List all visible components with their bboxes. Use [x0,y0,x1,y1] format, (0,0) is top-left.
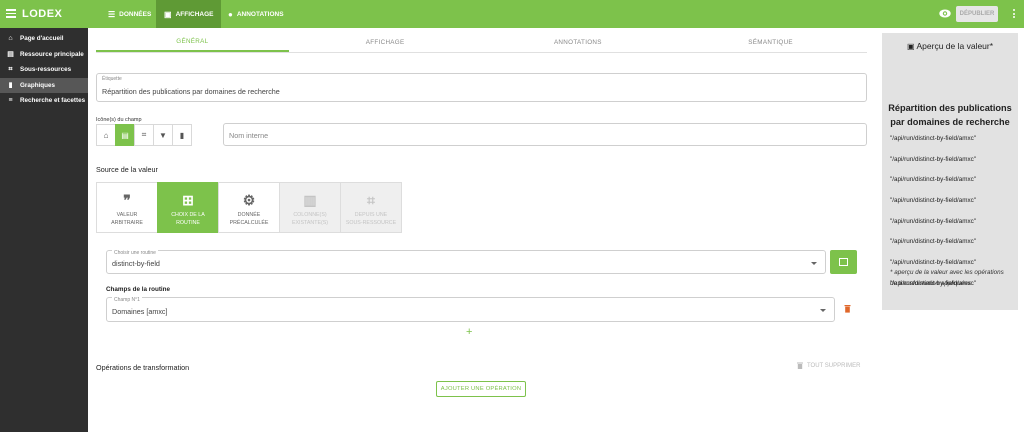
sidebar-item-ressource[interactable]: ▤ Ressource principale [0,47,88,63]
list-icon: ☰ [108,9,116,19]
sidebar-item-recherche[interactable]: ≡ Recherche et facettes [0,93,88,109]
subresource-icon: ⌗ [367,192,375,208]
sidebar-item-accueil[interactable]: ⌂ Page d'accueil [0,31,88,47]
menu-icon[interactable] [6,9,16,18]
source-sous-ressource: ⌗ DEPUIS UNE SOUS-RESSOURCE [340,182,402,233]
more-vert-icon[interactable] [1013,9,1016,20]
search-icon: ≡ [8,97,13,105]
gear-icon: ⚙ [242,192,256,208]
document-icon[interactable]: ▤ [115,124,135,146]
routine-field-1-select[interactable]: Champ N°1 Domaines [amxc] [106,297,835,322]
app-logo[interactable]: LODEX [22,8,62,20]
subresource-icon: ⌗ [8,65,13,73]
comment-icon: ● [228,9,233,19]
operations-title: Opérations de transformation [96,363,190,372]
source-options: ❞ VALEUR ARBITRAIRE ⊞ CHOIX DE LA ROUTINE … [96,182,402,233]
source-choix-routine[interactable]: ⊞ CHOIX DE LA ROUTINE [157,182,219,233]
source-label: COLONNE(S) EXISTANTE(S) [291,212,329,226]
etiquette-value: Répartition des publications par domaine… [102,87,280,96]
sidebar-item-graphiques[interactable]: ▮ Graphiques [0,77,88,93]
routine-select[interactable]: Choisir une routine distinct-by-field [106,250,826,274]
tab-bar: GÉNÉRAL AFFICHAGE ANNOTATIONS SÉMANTIQUE [96,33,867,53]
preview-heading: Répartition des publications par domaine… [888,103,1012,127]
delete-all-button[interactable]: TOUT SUPPRIMER [797,362,860,369]
nom-interne-input[interactable]: Nom interne [223,123,867,146]
source-label: CHOIX DE LA ROUTINE [171,212,205,226]
preview-line: "/api/run/distinct-by-field/amxc" [890,135,977,142]
preview-note: * aperçu de la valeur avec les opération… [890,269,1004,287]
sidebar-item-label: Sous-ressources [20,66,72,74]
preview-line: "/api/run/distinct-by-field/amxc" [890,238,977,246]
nav-annotations[interactable]: ● ANNOTATIONS [220,0,292,28]
trash-icon[interactable] [844,304,851,313]
chevron-down-icon [811,262,817,265]
tab-semantique[interactable]: SÉMANTIQUE [674,33,867,52]
preview-title: ▣ Aperçu de la valeur* [906,41,994,51]
eye-icon[interactable] [939,9,951,18]
home-icon[interactable]: ⌂ [96,124,116,146]
home-icon: ⌂ [8,35,13,43]
top-app-bar: LODEX ☰ DONNÉES ▣ AFFICHAGE ● ANNOTATIONS D… [0,0,1024,28]
columns-icon: ▥ [303,192,317,208]
sidebar-item-label: Ressource principale [20,50,84,58]
chart-icon: ▮ [8,82,13,90]
preview-line: "/api/run/distinct-by-field/amxc" [890,155,977,163]
table-icon [839,258,848,266]
tab-annotations[interactable]: ANNOTATIONS [482,33,675,52]
tab-general[interactable]: GÉNÉRAL [96,33,289,52]
unpublish-button[interactable]: DÉPUBLIER [956,6,998,22]
sidebar-item-label: Recherche et facettes [20,97,86,105]
source-valeur-arbitraire[interactable]: ❞ VALEUR ARBITRAIRE [96,182,158,233]
add-field-icon[interactable]: + [466,326,472,338]
quote-icon: ❞ [123,192,131,208]
source-title: Source de la valeur [96,165,158,174]
nom-interne-placeholder: Nom interne [229,131,269,140]
sidebar: ⌂ Page d'accueil ▤ Ressource principale ⌗ S… [0,28,88,432]
display-icon: ▣ [164,9,172,19]
field-1-label: Champ N°1 [112,297,142,303]
etiquette-label: Étiquette [102,76,122,82]
nav-label: AFFICHAGE [175,10,214,18]
chevron-down-icon [820,309,826,312]
source-label: VALEUR ARBITRAIRE [111,212,143,226]
chart-icon[interactable]: ▮ [172,124,192,146]
nav-label: DONNÉES [119,10,152,18]
preview-line: "/api/run/distinct-by-field/amxc" [890,217,977,225]
routine-label: Choisir une routine [112,250,158,256]
nav-label: ANNOTATIONS [236,10,284,18]
source-label: DONNÉE PRÉCALCULÉE [229,212,269,226]
routine-value: distinct-by-field [112,259,160,268]
routine-fields-title: Champs de la routine [106,286,171,293]
delete-all-label: TOUT SUPPRIMER [807,362,861,369]
trash-icon [797,362,803,369]
source-colonnes-existantes: ▥ COLONNE(S) EXISTANTE(S) [279,182,341,233]
subresource-icon[interactable]: ⌗ [134,124,154,146]
tab-affichage[interactable]: AFFICHAGE [289,33,482,52]
sidebar-item-label: Page d'accueil [20,35,64,43]
preview-panel: ▣ Aperçu de la valeur* Répartition des pu… [882,33,1018,310]
icons-label: Icône(s) du champ [96,117,142,123]
document-icon: ▤ [7,51,14,59]
source-donnee-precalculee[interactable]: ⚙ DONNÉE PRÉCALCULÉE [218,182,280,233]
routine-table-button[interactable] [830,250,857,274]
nav-affichage[interactable]: ▣ AFFICHAGE [156,0,222,28]
preview-line: "/api/run/distinct-by-field/amxc" [890,197,977,205]
sidebar-item-label: Graphiques [20,81,55,89]
routine-icon: ⊞ [182,192,194,208]
add-operation-button[interactable]: AJOUTER UNE OPÉRATION [436,381,526,397]
etiquette-field[interactable]: Étiquette Répartition des publications p… [96,73,867,102]
filter-icon[interactable]: ▼ [153,124,173,146]
sidebar-item-sous-ressources[interactable]: ⌗ Sous-ressources [0,62,88,78]
preview-line: "/api/run/distinct-by-field/amxc" [890,176,977,184]
nav-donnees[interactable]: ☰ DONNÉES [100,0,159,28]
field-1-value: Domaines [amxc] [112,307,168,316]
preview-icon: ▣ [906,42,915,51]
icon-selector: ⌂ ▤ ⌗ ▼ ▮ [96,124,192,146]
source-label: DEPUIS UNE SOUS-RESSOURCE [345,212,397,226]
